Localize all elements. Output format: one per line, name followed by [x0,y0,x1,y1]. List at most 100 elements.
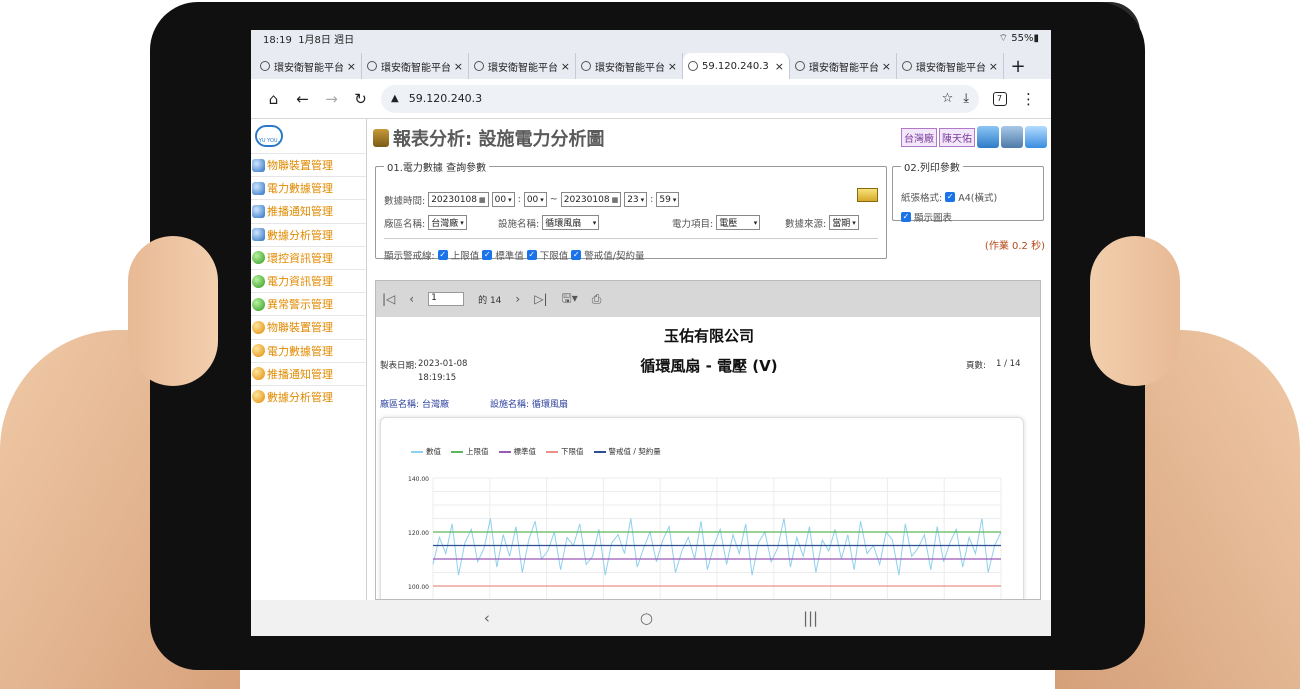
main-content: 報表分析: 設施電力分析圖 台灣廠 陳天佑 01.電力數據 查詢參數 數據時間:… [369,119,1051,600]
standard-checkbox[interactable]: ✓ [482,250,493,260]
sidebar-item-label: 推播通知管理 [267,367,333,381]
power-item-select[interactable]: 電壓 ▾ [716,215,761,230]
end-date-input[interactable]: 20230108 ▦ [560,192,622,207]
tab-title: 環安衛智能平台: [809,62,878,74]
browser-tab[interactable]: 環安衛智能平台: × [362,53,469,79]
report-factory-label: 廠區名稱: [380,400,420,410]
page-number-input[interactable]: 1 [428,292,465,306]
report-title: 循環風扇 - 電壓 (V) [640,357,778,375]
tab-count: 7 [992,91,1007,106]
browser-tab[interactable]: 環安衛智能平台: × [790,53,897,79]
page-total: 的 14 [478,295,502,306]
close-tab-icon[interactable]: × [882,60,891,73]
factory-tag: 台灣廠 [901,127,937,147]
browser-tab[interactable]: 環安衛智能平台: × [255,53,362,79]
sidebar-item[interactable]: 電力資訊管理 [251,268,366,292]
web-page: YU YOU. 物聯裝置管理 電力數據管理 推播通知管理 數據分析管理 環控資訊管理 電力… [251,119,1051,600]
sidebar-item[interactable]: 電力數據管理 [251,176,366,199]
android-back-icon[interactable]: ‹ [484,609,490,627]
folder-icon[interactable] [1001,126,1023,148]
contract-checkbox[interactable]: ✓ [571,250,582,260]
end-hour-value: 23 [627,194,639,205]
paper-format-checkbox[interactable]: ✓ [945,192,956,202]
sidebar-menu: 物聯裝置管理 電力數據管理 推播通知管理 數據分析管理 環控資訊管理 電力資訊管理 異常警示… [251,153,366,408]
sidebar-item[interactable]: 推播通知管理 [251,361,366,385]
start-hour-select[interactable]: 00 ▾ [491,192,515,207]
forward-icon[interactable]: → [317,84,346,114]
last-page-icon[interactable]: ▷| [534,292,547,306]
yuyou-logo[interactable]: YU YOU. [251,119,366,153]
bookmark-star-icon[interactable]: ☆ [942,91,954,106]
lower-limit-label: 下限值 [539,251,569,262]
prev-page-icon[interactable]: ‹ [409,292,414,306]
sidebar-item[interactable]: 物聯裝置管理 [251,315,366,338]
android-home-icon[interactable]: ○ [640,609,653,627]
logout-lock-icon[interactable] [1025,126,1047,148]
tab-switcher-button[interactable]: 7 [985,84,1014,114]
home-icon[interactable]: ⌂ [259,84,288,114]
globe-icon [260,61,270,71]
upper-limit-checkbox[interactable]: ✓ [437,250,448,260]
time-colon: : [650,194,654,205]
android-recents-icon[interactable]: ||| [803,609,818,627]
query-divider [384,238,878,239]
end-minute-value: 59 [659,194,671,205]
close-tab-icon[interactable]: × [454,60,463,73]
query-button[interactable] [857,188,878,202]
data-source-label: 數據來源: [785,218,827,230]
browser-tab[interactable]: 59.120.240.3 × [683,53,790,79]
new-tab-button[interactable]: + [1004,53,1032,79]
report-factory-value: 台灣廠 [422,400,450,410]
save-export-icon[interactable]: 🖫▾ [562,289,578,310]
sidebar-item[interactable]: 異常警示管理 [251,292,366,315]
start-date-input[interactable]: 20230108 ▦ [428,192,489,207]
first-page-icon[interactable]: |◁ [382,292,395,306]
sidebar-item[interactable]: 電力數據管理 [251,338,366,362]
android-nav-bar: ‹ ○ ||| [251,600,1051,636]
data-source-select[interactable]: 當期 ▾ [829,215,859,230]
alarm-lines-label: 顯示警戒線: [384,251,435,262]
report-date-label: 製表日期: [380,361,417,371]
sidebar-item[interactable]: 數據分析管理 [251,222,366,246]
logo-text: YU YOU. [258,138,280,144]
start-minute-select[interactable]: 00 ▾ [523,192,547,207]
browser-tab[interactable]: 環安衛智能平台: × [576,53,683,79]
tab-title: 環安衛智能平台: [381,62,450,74]
factory-select[interactable]: 台灣廠 ▾ [428,215,467,230]
close-tab-icon[interactable]: × [775,60,784,73]
next-page-icon[interactable]: › [515,292,520,306]
report-company: 玉佑有限公司 [663,327,754,345]
browser-tab[interactable]: 環安衛智能平台: × [897,53,1004,79]
print-icon[interactable]: ⎙ [592,292,602,307]
address-bar[interactable]: ▲ 59.120.240.3 ☆ ⤓ [381,84,979,113]
report-facility-label: 設施名稱: [490,400,530,410]
sidebar-item[interactable]: 環控資訊管理 [251,245,366,269]
sidebar-item-label: 物聯裝置管理 [267,159,333,173]
data-source-row: 數據來源: 當期 ▾ [785,215,859,230]
stage: 18:19 1月8日 週日 ⌔ 55%▮ 環安衛智能平台: × 環安衛智能平台: × 環… [0,0,1300,689]
sidebar-item[interactable]: 物聯裝置管理 [251,153,366,176]
close-tab-icon[interactable]: × [989,60,998,73]
sidebar-item[interactable]: 推播通知管理 [251,199,366,222]
user-toolbar: 台灣廠 陳天佑 [901,126,1047,148]
lower-limit-checkbox[interactable]: ✓ [526,250,537,260]
end-minute-select[interactable]: 59 ▾ [656,192,680,207]
facility-select[interactable]: 循環風扇 ▾ [542,215,600,230]
chevron-down-icon: ▾ [852,218,856,227]
close-tab-icon[interactable]: × [668,60,677,73]
close-tab-icon[interactable]: × [347,60,356,73]
browser-menu-icon[interactable]: ⋮ [1014,84,1043,114]
orange-menu-icon [252,367,265,381]
end-hour-select[interactable]: 23 ▾ [624,192,648,207]
close-tab-icon[interactable]: × [561,60,570,73]
download-icon[interactable]: ⤓ [963,91,969,106]
browser-tab[interactable]: 環安衛智能平台: × [469,53,576,79]
not-secure-icon: ▲ [391,93,399,104]
back-icon[interactable]: ← [288,84,317,114]
reload-icon[interactable]: ↻ [346,84,375,114]
sidebar-item[interactable]: 數據分析管理 [251,384,366,408]
calendar-icon: ▦ [611,195,619,204]
show-chart-checkbox[interactable]: ✓ [901,212,911,222]
chevron-down-icon: ▾ [508,195,512,204]
home-page-icon[interactable] [977,126,999,148]
